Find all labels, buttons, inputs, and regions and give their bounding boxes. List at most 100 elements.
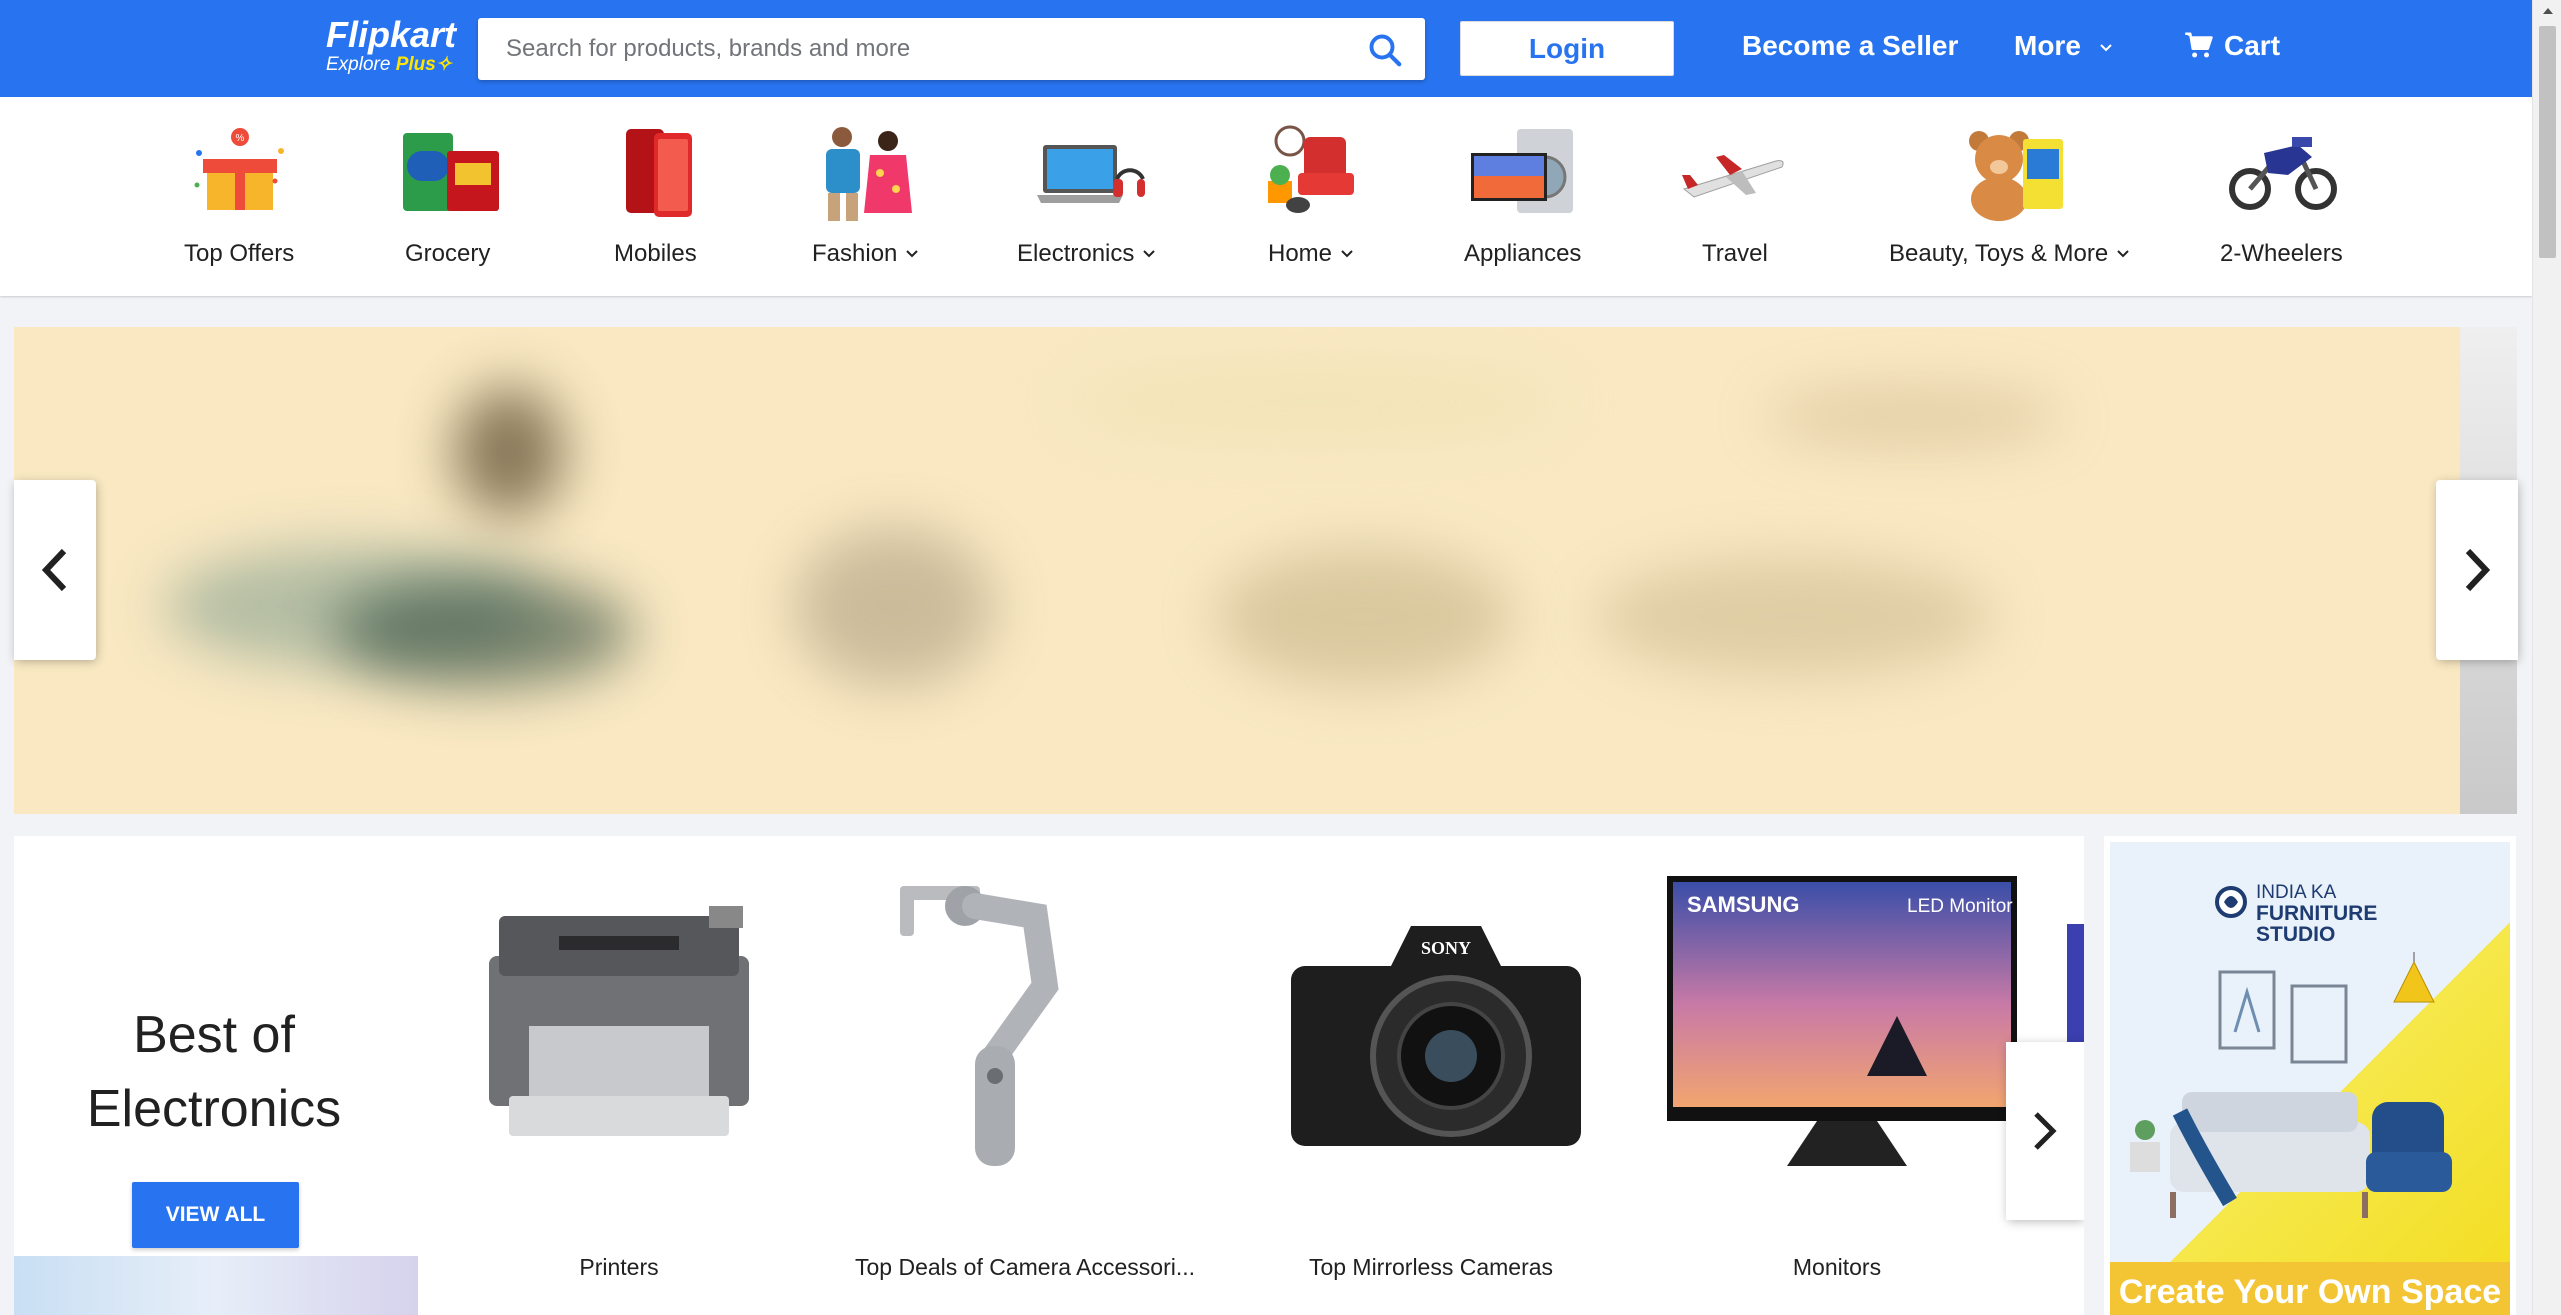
category-label: Electronics	[1017, 240, 1156, 268]
banner-next-button[interactable]	[2436, 480, 2518, 660]
category-label-text: Electronics	[1017, 240, 1135, 267]
category-label: Appliances	[1464, 240, 1582, 267]
category-mobiles[interactable]: Mobiles	[604, 97, 714, 296]
section-title: Best of Electronics	[14, 998, 414, 1146]
cart-link[interactable]: Cart	[2184, 30, 2280, 62]
section-title-line1: Best of	[133, 1006, 295, 1064]
cart-icon	[2185, 32, 2213, 58]
plus-star-icon: ✧	[435, 54, 452, 75]
camera-gimbal-icon	[900, 886, 1059, 1166]
svg-text:%: %	[236, 133, 245, 144]
mobile-phone-icon	[626, 129, 692, 217]
product-name: Monitors	[1792, 1254, 1882, 1280]
category-label-text: Beauty, Toys & More	[1889, 240, 2109, 267]
chevron-down-icon	[906, 250, 919, 258]
more-label: More	[2014, 30, 2081, 61]
monitor-brand-text: SAMSUNG	[1687, 892, 1799, 917]
ad-brand-line3: STUDIO	[2256, 923, 2336, 946]
best-of-electronics-section: Best of Electronics VIEW ALL Printers To…	[14, 836, 2084, 1315]
top-header: Flipkart Explore Plus✧ Login Become a Se…	[0, 0, 2532, 97]
logo-subtext: Explore Plus✧	[326, 54, 456, 76]
category-electronics[interactable]: Electronics	[1015, 97, 1165, 296]
chevron-right-icon	[2034, 1112, 2057, 1150]
chevron-down-icon	[2117, 250, 2129, 258]
banner-prev-button[interactable]	[14, 480, 96, 660]
category-appliances[interactable]: Appliances	[1464, 97, 1584, 296]
product-card-mirrorless-cameras[interactable]: SONY Top Mirrorless Cameras	[1231, 836, 1631, 1315]
category-label-text: Home	[1268, 240, 1333, 267]
grocery-icon	[403, 133, 499, 211]
product-card-monitors[interactable]: SAMSUNG LED Monitor Monitors	[1637, 836, 2037, 1315]
category-grocery[interactable]: Grocery	[395, 97, 505, 296]
more-menu[interactable]: More	[2014, 30, 2113, 62]
login-button[interactable]: Login	[1460, 21, 1674, 76]
ad-brand-line1: INDIA KA	[2256, 882, 2337, 903]
scrollbar-thumb[interactable]	[2539, 26, 2556, 258]
home-furniture-icon	[1268, 125, 1354, 213]
furniture-ad-image: INDIA KA FURNITURE STUDIO Create Your Ow…	[2110, 842, 2510, 1315]
category-label: Home	[1268, 240, 1354, 268]
logo-sub-explore: Explore	[326, 54, 391, 75]
airplane-icon	[1682, 155, 1784, 198]
laptop-icon	[1037, 145, 1145, 203]
category-label: Travel	[1702, 240, 1768, 267]
scroll-up-arrow-icon[interactable]	[2543, 8, 2553, 14]
chevron-left-icon	[41, 548, 67, 592]
product-name: Top Mirrorless Cameras	[1308, 1254, 1554, 1280]
next-product-peek	[2067, 924, 2084, 1044]
monitor-tag-text: LED Monitor	[1907, 896, 2013, 917]
svg-text:SONY: SONY	[1421, 938, 1471, 958]
view-all-button[interactable]: VIEW ALL	[132, 1182, 299, 1248]
search-input[interactable]	[506, 18, 1356, 80]
product-card-printers[interactable]: Printers	[419, 836, 819, 1315]
product-name: Printers	[579, 1254, 659, 1280]
become-seller-link[interactable]: Become a Seller	[1742, 30, 1958, 62]
hero-banner-image	[14, 327, 2460, 814]
category-label: 2-Wheelers	[2220, 240, 2343, 267]
search-icon[interactable]	[1367, 32, 1403, 68]
category-2-wheelers[interactable]: 2-Wheelers	[2220, 97, 2345, 296]
teddy-bear-icon	[1969, 131, 2063, 221]
category-fashion[interactable]: Fashion	[810, 97, 925, 296]
category-label: Top Offers	[184, 240, 295, 267]
ad-brand-line2: FURNITURE	[2256, 902, 2378, 925]
section-decoration-image	[14, 1256, 418, 1315]
furniture-studio-logo-icon	[2215, 886, 2247, 918]
category-top-offers[interactable]: % Top Offers	[180, 97, 300, 296]
furniture-ad-card[interactable]: INDIA KA FURNITURE STUDIO Create Your Ow…	[2104, 836, 2516, 1315]
product-name: Top Deals of Camera Accessori...	[854, 1254, 1196, 1280]
logo-text: Flipkart	[326, 14, 457, 55]
category-label: Fashion	[812, 240, 919, 268]
page-scrollbar[interactable]	[2532, 0, 2561, 1315]
appliance-icon	[1471, 129, 1573, 213]
category-beauty-toys[interactable]: Beauty, Toys & More	[1887, 97, 2137, 296]
category-home[interactable]: Home	[1266, 97, 1366, 296]
category-travel[interactable]: Travel	[1680, 97, 1790, 296]
section-title-line2: Electronics	[86, 1080, 342, 1138]
hero-banner-carousel[interactable]	[14, 327, 2517, 814]
chevron-right-icon	[2465, 548, 2491, 592]
flipkart-logo[interactable]: Flipkart Explore Plus✧	[326, 16, 456, 76]
category-label-text: Fashion	[812, 240, 898, 267]
motorcycle-icon	[2229, 137, 2337, 210]
products-next-button[interactable]	[2006, 1042, 2084, 1220]
logo-sub-plus: Plus	[395, 54, 436, 75]
ad-tagline: Create Your Own Space	[2110, 1262, 2510, 1315]
ad-brand-text: INDIA KA FURNITURE STUDIO	[2256, 882, 2377, 945]
product-card-camera-accessories[interactable]: Top Deals of Camera Accessori...	[825, 836, 1225, 1315]
category-label: Mobiles	[614, 240, 697, 267]
category-nav: % Top Offers Grocery Mobiles Fashion Ele…	[0, 97, 2532, 296]
chevron-down-icon	[1341, 250, 1353, 258]
monitor-icon: SAMSUNG LED Monitor	[1667, 876, 2017, 1166]
chevron-down-icon	[1143, 250, 1156, 258]
category-label: Beauty, Toys & More	[1889, 240, 2130, 268]
living-room-illustration	[2130, 952, 2452, 1218]
category-label: Grocery	[405, 240, 491, 267]
cart-label: Cart	[2224, 30, 2281, 61]
fashion-icon	[826, 127, 912, 221]
mirrorless-camera-icon: SONY	[1291, 926, 1581, 1146]
gift-icon: %	[194, 128, 284, 210]
printer-icon	[489, 906, 749, 1136]
search-bar	[478, 18, 1425, 80]
chevron-down-icon	[2099, 43, 2112, 52]
